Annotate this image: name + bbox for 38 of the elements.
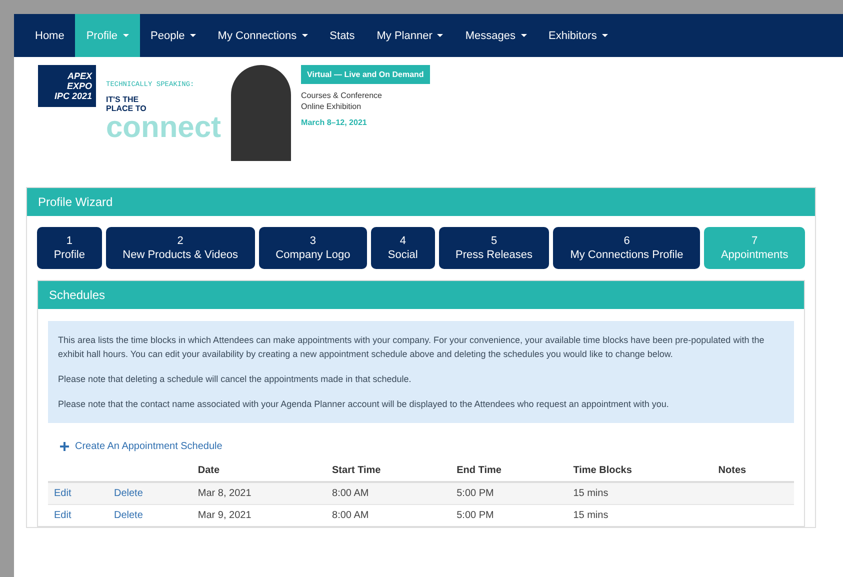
wizard-step[interactable]: 3 Company Logo: [258, 227, 368, 269]
banner-heading: IT'S THE PLACE TO: [106, 95, 148, 113]
edit-link[interactable]: Edit: [54, 510, 72, 521]
delete-link[interactable]: Delete: [114, 488, 143, 499]
table-cell: Mar 8, 2021: [192, 482, 326, 504]
wizard-header: Profile Wizard: [27, 188, 815, 216]
nav-menu-item[interactable]: Home: [24, 14, 76, 57]
info-paragraph: This area lists the time blocks in which Attendees can make appointments with your company. For your convenience, your available time blocks have been pre-populated with the exhibit hall hours. You can edit your availability by creating a new appointment schedule above and deleting the schedules you would like to change below.: [58, 334, 766, 361]
table-cell: 8:00 AM: [326, 504, 451, 526]
wizard-step[interactable]: 1 Profile: [37, 227, 102, 269]
banner-badge: Virtual — Live and On Demand: [301, 65, 430, 84]
wizard-step[interactable]: 6 My Connections Profile: [553, 227, 700, 269]
nav-menu-item[interactable]: Messages: [454, 14, 538, 57]
nav-menu-item[interactable]: My Planner: [366, 14, 454, 57]
table-cell: 5:00 PM: [450, 504, 568, 526]
create-schedule-link[interactable]: Create An Appointment Schedule: [60, 441, 222, 452]
table-cell: 5:00 PM: [450, 482, 568, 504]
nav-menu-item[interactable]: Exhibitors: [538, 14, 619, 57]
edit-link[interactable]: Edit: [54, 488, 72, 499]
wizard-step[interactable]: 2 New Products & Videos: [106, 227, 255, 269]
nav-menu-item[interactable]: Stats: [318, 14, 366, 57]
banner-details: Courses & Conference Online Exhibition: [301, 90, 383, 112]
table-cell: 8:00 AM: [326, 482, 451, 504]
banner-dates: March 8–12, 2021: [301, 118, 368, 127]
expo-logo: APEX EXPO IPC 2021: [38, 65, 96, 107]
banner-title: connect: [106, 113, 222, 143]
delete-link[interactable]: Delete: [114, 510, 143, 521]
info-paragraph: Please note that the contact name associated with your Agenda Planner account will be displayed to the Attendees who request an appointment with you.: [58, 398, 670, 411]
plus-icon: [60, 442, 69, 451]
nav-menu-item[interactable]: My Connections: [206, 14, 319, 57]
wizard-step[interactable]: 5 Press Releases: [438, 227, 550, 269]
schedules-header: Schedules: [38, 281, 804, 309]
info-paragraph: Please note that deleting a schedule will cancel the appointments made in that schedule.: [58, 373, 412, 386]
nav-menu-item[interactable]: People: [140, 14, 207, 57]
table-cell: 15 mins: [567, 504, 712, 526]
table-cell: 15 mins: [567, 482, 712, 504]
table-cell: Mar 9, 2021: [192, 504, 326, 526]
wizard-step[interactable]: 4 Social: [371, 227, 435, 269]
